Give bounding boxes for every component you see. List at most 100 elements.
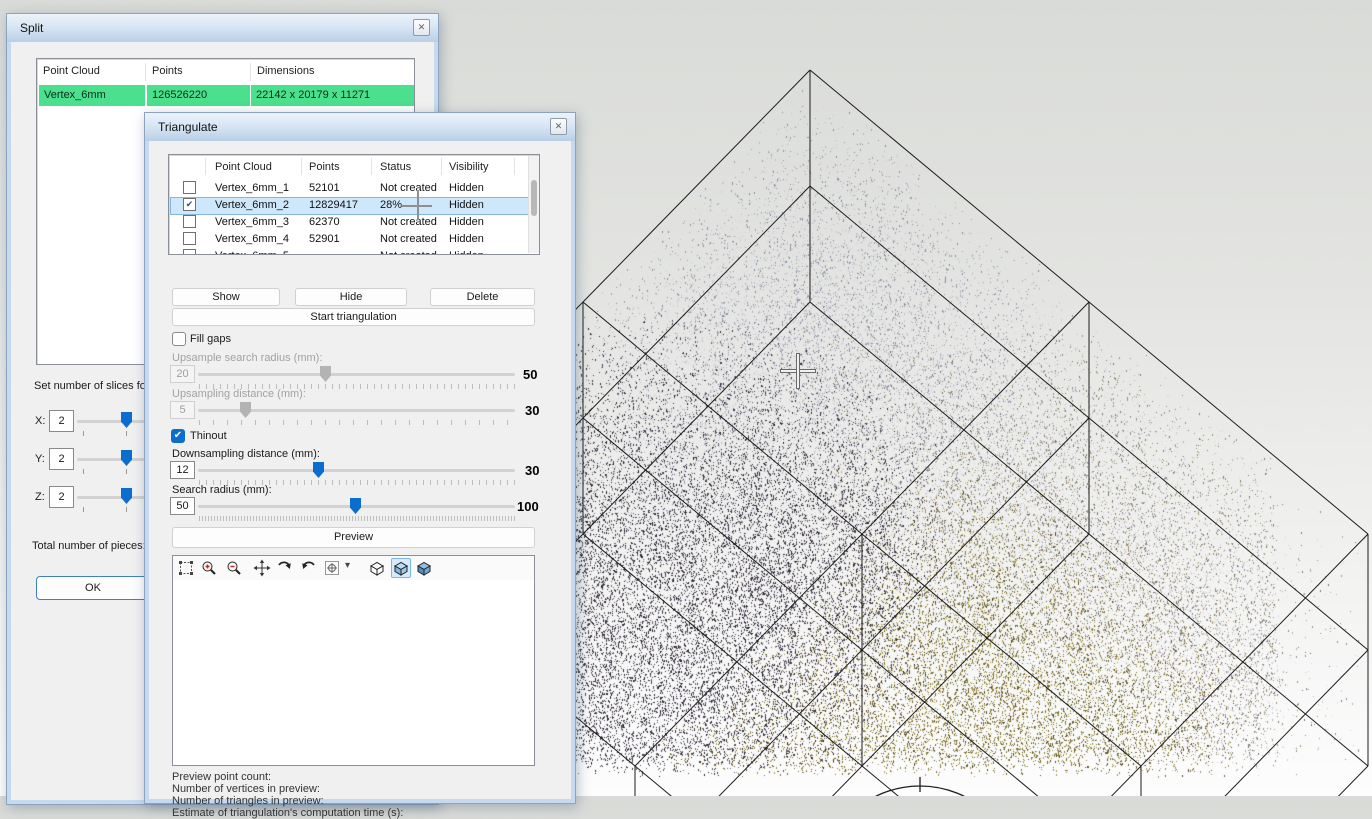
upsample-radius-thumb[interactable] [320, 366, 331, 382]
search-radius-field[interactable]: 50 [170, 497, 195, 515]
show-button[interactable]: Show [172, 288, 280, 306]
column-header[interactable]: Points [152, 65, 183, 77]
total-pieces-label: Total number of pieces: [32, 540, 146, 552]
thinout-checkbox[interactable]: ✔ [171, 429, 185, 443]
y-slider-thumb[interactable] [121, 450, 132, 466]
x-slices-field[interactable]: 2 [49, 410, 74, 432]
row-points: 52901 [309, 233, 369, 245]
row-checkbox[interactable]: ✔ [183, 198, 196, 211]
row-visibility: Hidden [449, 182, 509, 194]
row-name: Vertex_6mm_2 [215, 199, 300, 211]
upsample-radius-field[interactable]: 20 [170, 365, 195, 383]
chevron-down-icon[interactable]: ▾ [345, 560, 350, 571]
delete-button[interactable]: Delete [430, 288, 535, 306]
preview-button[interactable]: Preview [172, 527, 535, 548]
row-checkbox[interactable] [183, 215, 196, 228]
row-status: Not created [380, 233, 440, 245]
row-name: Vertex_6mm_3 [215, 216, 300, 228]
z-slices-field[interactable]: 2 [49, 486, 74, 508]
downsampling-distance-label: Downsampling distance (mm): [172, 448, 320, 460]
split-titlebar[interactable]: Split ✕ [7, 14, 438, 42]
downsampling-distance-max: 30 [525, 463, 539, 478]
center-view-icon[interactable] [323, 559, 341, 577]
row-status: Not created [380, 250, 440, 255]
column-header[interactable]: Dimensions [257, 65, 314, 77]
column-header[interactable]: Point Cloud [43, 65, 100, 77]
preview-toolbar: ▾ [173, 556, 534, 581]
search-radius-thumb[interactable] [350, 498, 361, 514]
triangulate-client-area: Point Cloud Points Status Visibility Ver… [149, 141, 571, 799]
row-status: Not created [380, 182, 440, 194]
x-slider-thumb[interactable] [121, 412, 132, 428]
row-name: Vertex_6mm_5 [215, 250, 300, 255]
triangulate-dialog: Triangulate ✕ Point Cloud Points Status … [144, 112, 576, 804]
zoom-in-icon[interactable] [200, 559, 218, 577]
row-visibility: Hidden [449, 199, 509, 211]
downsampling-distance-field[interactable]: 12 [170, 461, 195, 479]
upsampling-distance-thumb[interactable] [240, 402, 251, 418]
preview-canvas-area[interactable] [173, 580, 534, 765]
preview-panel: ▾ [172, 555, 535, 766]
row-name: Vertex_6mm_1 [215, 182, 300, 194]
search-radius-label: Search radius (mm): [172, 484, 272, 496]
column-header[interactable]: Visibility [449, 161, 489, 173]
upsample-radius-max: 50 [523, 367, 537, 382]
downsampling-distance-slider[interactable] [198, 469, 515, 472]
x-axis-label: X: [35, 415, 45, 427]
row-dimensions: 22142 x 20179 x 11271 [251, 85, 414, 106]
zoom-out-icon[interactable] [225, 559, 243, 577]
computation-time-label: Estimate of triangulation's computation … [172, 807, 403, 819]
start-triangulation-button[interactable]: Start triangulation [172, 308, 535, 326]
application-canvas: { "background": {"gradient_top": "#d9dbd… [0, 0, 1372, 796]
y-axis-label: Y: [35, 453, 45, 465]
row-name: Vertex_6mm_4 [215, 233, 300, 245]
mesh-outline-icon[interactable] [368, 559, 386, 577]
triangulate-title: Triangulate [158, 120, 218, 134]
slider-ticks [199, 420, 515, 425]
hide-button[interactable]: Hide [295, 288, 407, 306]
fill-gaps-checkbox[interactable] [172, 332, 186, 346]
column-header[interactable]: Status [380, 161, 411, 173]
slices-label: Set number of slices for [34, 380, 150, 392]
upsampling-distance-label: Upsampling distance (mm): [172, 388, 306, 400]
ok-button[interactable]: OK [36, 576, 150, 600]
row-points: 12829417 [309, 199, 369, 211]
row-visibility: Hidden [449, 250, 509, 255]
preview-triangles-label: Number of triangles in preview: [172, 795, 324, 807]
close-icon[interactable]: ✕ [550, 118, 567, 135]
row-checkbox[interactable] [183, 181, 196, 194]
upsampling-distance-max: 30 [525, 403, 539, 418]
row-points: 62370 [309, 216, 369, 228]
table-scrollbar[interactable] [528, 156, 539, 253]
upsample-radius-label: Upsample search radius (mm): [172, 352, 322, 364]
close-icon[interactable]: ✕ [413, 19, 430, 36]
row-checkbox[interactable] [183, 232, 196, 245]
y-slices-field[interactable]: 2 [49, 448, 74, 470]
mesh-shaded-edges-icon[interactable] [415, 559, 433, 577]
row-checkbox[interactable] [183, 249, 196, 255]
fill-gaps-label: Fill gaps [190, 333, 231, 345]
upsampling-distance-field[interactable]: 5 [170, 401, 195, 419]
slider-ticks [199, 516, 515, 521]
column-header[interactable]: Points [309, 161, 340, 173]
split-title: Split [20, 21, 43, 35]
row-visibility: Hidden [449, 216, 509, 228]
triangulate-table[interactable]: Point Cloud Points Status Visibility Ver… [168, 154, 540, 255]
pan-icon[interactable] [253, 559, 271, 577]
upsample-radius-slider[interactable] [198, 373, 515, 376]
search-radius-max: 100 [517, 499, 539, 514]
scrollbar-thumb[interactable] [531, 180, 537, 216]
preview-vertices-label: Number of vertices in preview: [172, 783, 320, 795]
column-header[interactable]: Point Cloud [215, 161, 272, 173]
row-visibility: Hidden [449, 233, 509, 245]
rotate-cw-icon[interactable] [276, 559, 294, 577]
z-slider-thumb[interactable] [121, 488, 132, 504]
thinout-label: Thinout [190, 430, 227, 442]
select-region-icon[interactable] [177, 559, 195, 577]
mesh-shaded-icon[interactable] [391, 558, 411, 578]
z-axis-label: Z: [35, 491, 45, 503]
triangulate-titlebar[interactable]: Triangulate ✕ [145, 113, 575, 141]
row-points: 52101 [309, 182, 369, 194]
downsampling-distance-thumb[interactable] [313, 462, 324, 478]
rotate-ccw-icon[interactable] [299, 559, 317, 577]
